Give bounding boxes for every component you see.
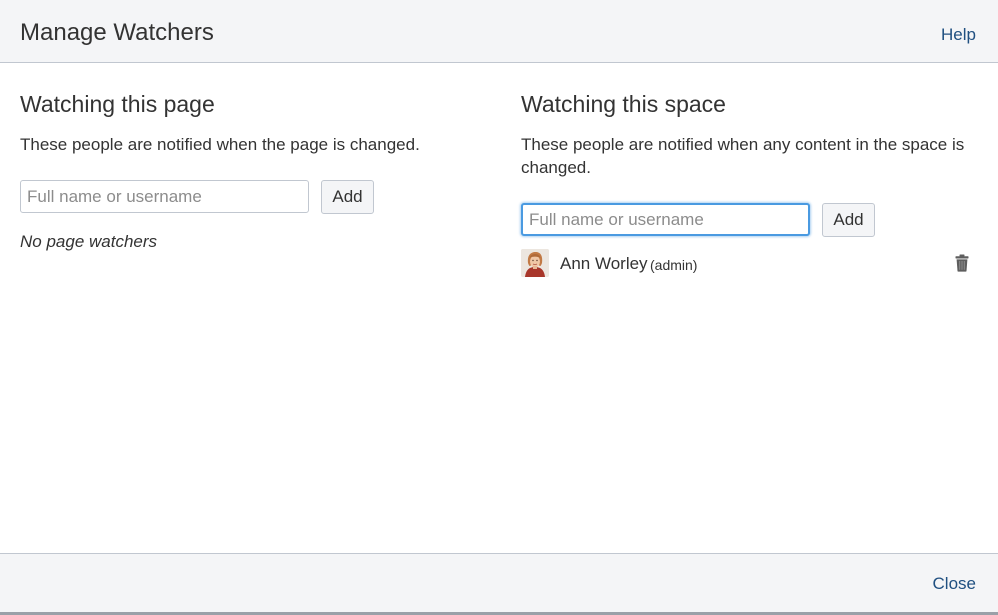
page-watchers-heading: Watching this page [20, 91, 215, 117]
page-watchers-description: These people are notified when the page … [20, 135, 420, 154]
manage-watchers-dialog: Manage Watchers Help Watching this page … [0, 0, 998, 615]
trash-icon[interactable] [955, 254, 969, 272]
add-space-watcher-button[interactable]: Add [822, 203, 875, 237]
watcher-list-item: Ann Worley (admin) [521, 249, 973, 279]
space-watchers-description: These people are notified when any conte… [521, 135, 965, 177]
add-page-watcher-button[interactable]: Add [321, 180, 374, 214]
watcher-name: Ann Worley [560, 254, 648, 273]
avatar [521, 249, 549, 277]
page-watcher-search-input[interactable] [20, 180, 309, 213]
close-button[interactable]: Close [933, 573, 976, 595]
no-page-watchers-text: No page watchers [20, 232, 158, 251]
dialog-footer: Close [0, 553, 998, 615]
user-photo-icon [521, 249, 549, 277]
dialog-title: Manage Watchers [20, 19, 214, 46]
space-watchers-heading: Watching this space [521, 91, 726, 117]
space-watcher-search-input[interactable] [521, 203, 810, 236]
watcher-role: (admin) [650, 257, 698, 273]
help-link[interactable]: Help [941, 24, 976, 46]
dialog-header: Manage Watchers Help [0, 0, 998, 63]
